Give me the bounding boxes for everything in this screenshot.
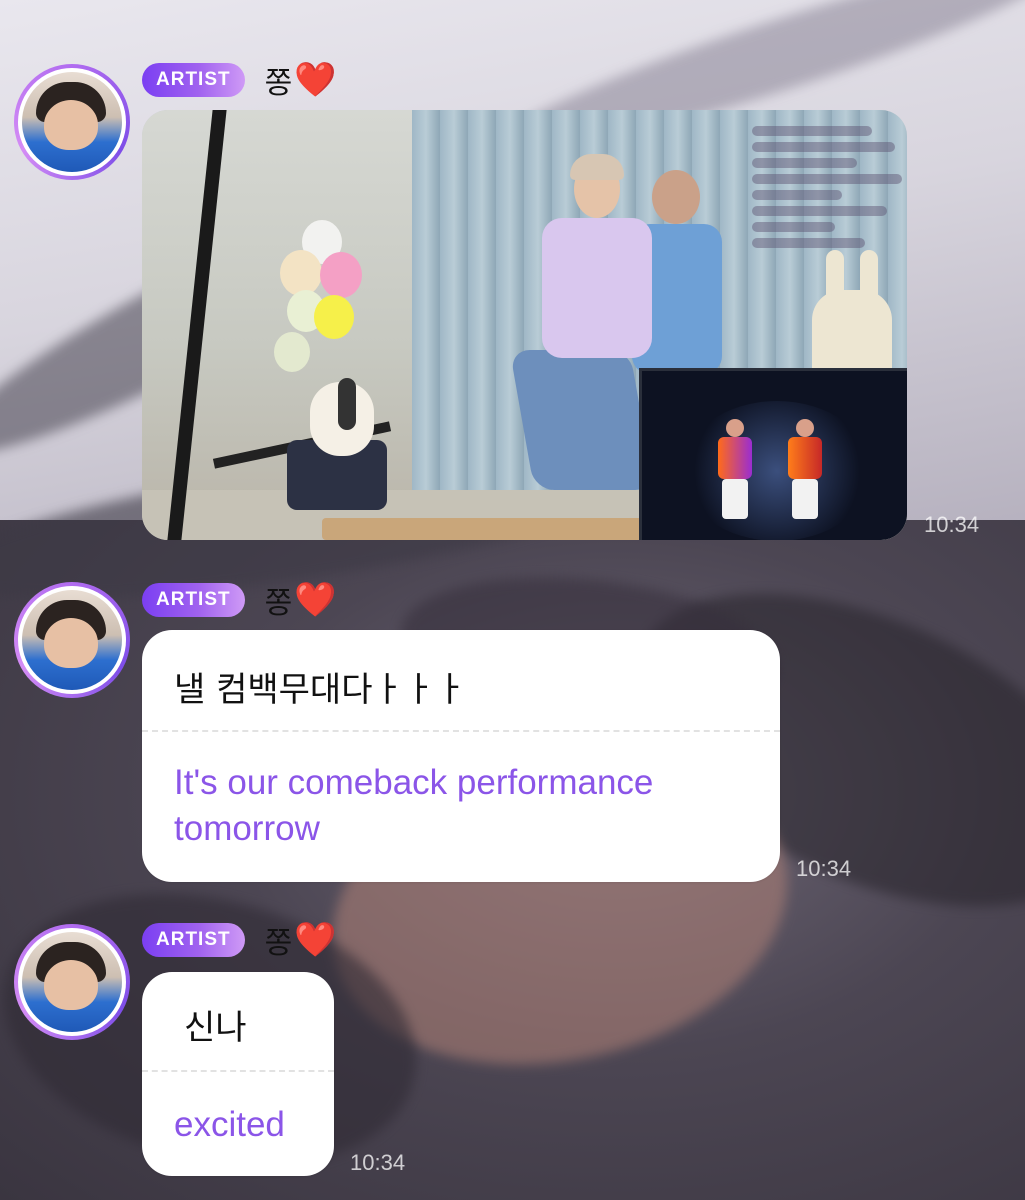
avatar[interactable]	[14, 64, 130, 180]
sender-name[interactable]: 쫑	[265, 58, 293, 102]
message-time: 10:34	[350, 1150, 406, 1175]
heart-icon: ❤️	[294, 60, 337, 100]
message-header: ARTIST 쫑 ❤️	[142, 580, 337, 621]
photo-table	[322, 518, 662, 540]
dancer-head	[796, 419, 814, 437]
game-dancer	[782, 419, 828, 519]
stage-light	[682, 401, 872, 540]
heart-icon: ❤️	[294, 920, 337, 960]
original-text: 낼 컴백무대다ㅏㅏㅏ	[174, 670, 467, 710]
image-attachment[interactable]	[142, 110, 907, 540]
avatar-photo	[22, 72, 122, 172]
dancer-head	[726, 419, 744, 437]
game-screen-inset	[639, 368, 907, 540]
avatar[interactable]	[14, 582, 130, 698]
chat-line	[752, 142, 895, 152]
dancer-body	[718, 437, 752, 479]
person-hair	[570, 154, 624, 180]
avatar[interactable]	[14, 924, 130, 1040]
avatar-ring	[18, 68, 126, 176]
heart-icon: ❤️	[294, 580, 337, 620]
message-header: ARTIST 쫑 ❤️	[142, 920, 337, 961]
avatar-ring	[18, 928, 126, 1036]
message-bubble[interactable]: 신나 excited	[142, 972, 334, 1176]
chat-line	[752, 158, 857, 168]
person-body	[542, 218, 652, 358]
avatar-face	[44, 618, 98, 668]
chat-line	[752, 238, 865, 248]
message-header: ARTIST 쫑 ❤️	[142, 60, 337, 101]
message-time: 10:34	[924, 512, 980, 537]
microphone	[338, 378, 356, 430]
avatar-photo	[22, 932, 122, 1032]
original-text: 신나	[184, 1008, 247, 1048]
photo-person-front	[502, 154, 655, 490]
translation-divider	[142, 730, 780, 732]
artist-badge: ARTIST	[142, 63, 245, 97]
balloon	[280, 250, 322, 296]
artist-badge: ARTIST	[142, 583, 245, 617]
dancer-legs	[792, 479, 818, 519]
avatar-ring	[18, 586, 126, 694]
rabbit-ear	[860, 250, 878, 306]
person-legs	[509, 350, 655, 490]
translation-line-2: tomorrow	[174, 809, 320, 848]
chat-line	[752, 206, 887, 216]
message-3: ARTIST 쫑 ❤️ 신나 excited 10:34	[0, 900, 1025, 1200]
chat-line	[752, 222, 835, 232]
balloon	[314, 295, 354, 339]
translation-line-1: excited	[174, 1105, 285, 1144]
chat-line	[752, 126, 872, 136]
rabbit-ear	[826, 250, 844, 306]
message-2: ARTIST 쫑 ❤️ 낼 컴백무대다ㅏㅏㅏ It's our comeback…	[0, 560, 1025, 900]
message-bubble[interactable]: 낼 컴백무대다ㅏㅏㅏ It's our comeback performance…	[142, 630, 780, 882]
translation-divider	[142, 1070, 334, 1072]
person-head	[652, 170, 700, 224]
sender-name[interactable]: 쫑	[265, 578, 293, 622]
message-time: 10:34	[796, 856, 852, 881]
artist-badge: ARTIST	[142, 923, 245, 957]
translation-line-1: It's our comeback performance	[174, 763, 654, 802]
avatar-photo	[22, 590, 122, 690]
avatar-face	[44, 960, 98, 1010]
chat-line	[752, 190, 842, 200]
balloon	[274, 332, 310, 372]
balloon	[320, 252, 362, 298]
sender-name[interactable]: 쫑	[265, 918, 293, 962]
game-dancer	[712, 419, 758, 519]
chat-line	[752, 174, 902, 184]
avatar-face	[44, 100, 98, 150]
message-1: ARTIST 쫑 ❤️ 10:34	[0, 0, 1025, 560]
dancer-legs	[722, 479, 748, 519]
dancer-body	[788, 437, 822, 479]
